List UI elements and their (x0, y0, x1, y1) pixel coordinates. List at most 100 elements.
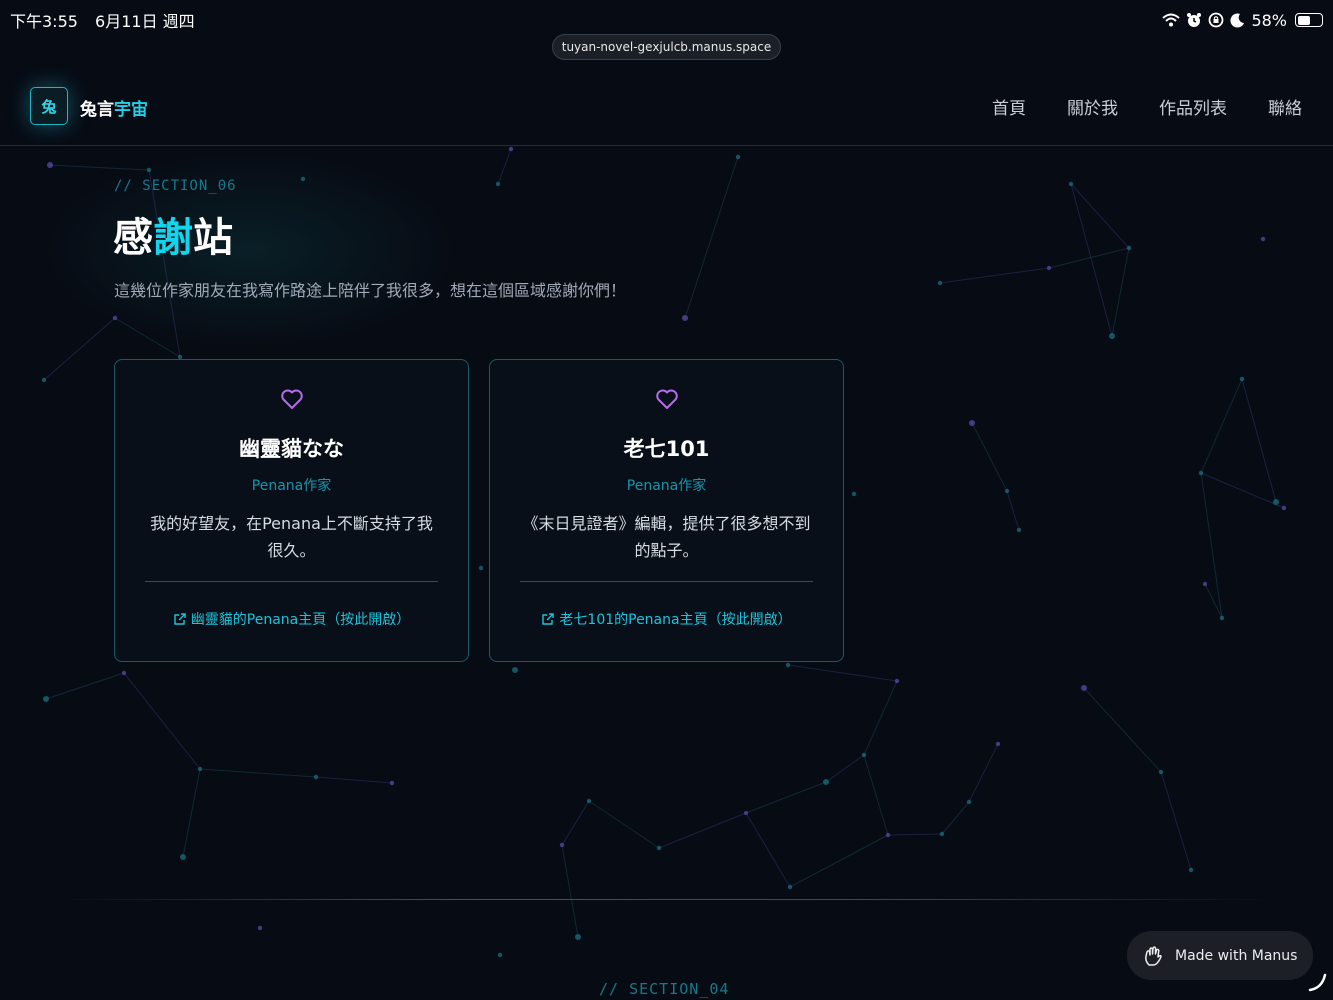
network-link (588, 800, 660, 849)
nav-link-works[interactable]: 作品列表 (1159, 94, 1227, 119)
section-title-part-2: 站 (193, 215, 233, 261)
network-node (1109, 333, 1115, 339)
network-node (478, 565, 484, 571)
network-node (885, 832, 891, 838)
nav-link-about[interactable]: 關於我 (1067, 94, 1118, 119)
nav-link-home[interactable]: 首頁 (992, 94, 1026, 119)
network-node (586, 798, 592, 804)
network-node (682, 315, 688, 321)
network-link (939, 267, 1050, 284)
main-nav: 首頁 關於我 作品列表 聯絡 (992, 94, 1302, 119)
network-node (1273, 499, 1279, 505)
moon-icon (1230, 13, 1245, 28)
network-link (863, 754, 889, 836)
network-node (823, 779, 829, 785)
network-node (1281, 505, 1287, 511)
thanks-card: 幽靈貓なな Penana作家 我的好望友，在Penana上不斷支持了我很久。 幽… (114, 359, 469, 662)
made-with-manus-badge[interactable]: Made with Manus (1127, 931, 1313, 980)
network-link (1160, 771, 1192, 871)
card-link-label[interactable]: 幽靈貓的Penana主頁（按此開啟） (191, 612, 410, 628)
network-node (785, 662, 791, 668)
network-link (1200, 472, 1285, 509)
card-profile-link[interactable]: 幽靈貓的Penana主頁（按此開啟） (115, 609, 468, 629)
alarm-icon (1187, 13, 1202, 27)
card-divider (520, 581, 813, 582)
card-author-role: Penana作家 (626, 478, 707, 494)
network-link (968, 743, 999, 803)
network-link (1241, 378, 1277, 503)
resize-corner-icon (1308, 973, 1327, 992)
logo-text-main: 兔言 (80, 100, 114, 120)
network-link (497, 148, 512, 185)
network-node (497, 952, 503, 958)
network-node (575, 934, 581, 940)
network-link (825, 754, 865, 783)
site-logo-text[interactable]: 兔言宇宙 (80, 95, 148, 120)
section-title-accent: 謝 (153, 215, 193, 261)
network-node (656, 845, 662, 851)
network-link (941, 801, 970, 835)
network-node (1188, 867, 1194, 873)
network-node (1219, 615, 1225, 621)
logo-text-accent: 宇宙 (114, 100, 148, 120)
network-link (684, 156, 739, 319)
network-node (861, 752, 867, 758)
network-link (1200, 378, 1243, 474)
network-node (1260, 236, 1266, 242)
next-section-tag: // SECTION_04 (599, 980, 730, 998)
card-description: 《末日見證者》編輯，提供了很多想不到的點子。 (522, 514, 811, 560)
network-node (1126, 245, 1132, 251)
network-node (121, 670, 127, 676)
heart-icon (280, 389, 303, 409)
network-link (182, 768, 201, 858)
network-link (887, 833, 943, 836)
external-link-icon (174, 613, 186, 625)
network-node (559, 842, 565, 848)
site-header: 兔 兔言宇宙 首頁 關於我 作品列表 聯絡 (0, 64, 1333, 146)
network-node (937, 280, 943, 286)
battery-fill (1297, 15, 1311, 25)
network-node (1202, 581, 1208, 587)
network-node (787, 884, 793, 890)
network-node (1158, 769, 1164, 775)
heart-icon (655, 389, 678, 409)
battery-percent: 58% (1251, 10, 1287, 30)
badge-label: Made with Manus (1175, 947, 1298, 964)
network-node (735, 154, 741, 160)
network-link (315, 776, 393, 784)
network-node (1239, 376, 1245, 382)
card-profile-link[interactable]: 老七101的Penana主頁（按此開啟） (490, 609, 843, 629)
network-node (966, 799, 972, 805)
battery-icon (1295, 13, 1323, 27)
wifi-icon (1162, 13, 1181, 27)
network-node (894, 678, 900, 684)
title-glow (40, 150, 460, 350)
network-link (745, 812, 791, 888)
network-link (863, 680, 898, 756)
network-node (495, 181, 501, 187)
card-link-label[interactable]: 老七101的Penana主頁（按此開啟） (559, 612, 791, 628)
network-link (1111, 247, 1130, 337)
section-tag: // SECTION_06 (114, 178, 237, 194)
card-divider (145, 581, 438, 582)
section-title: 感謝站 (113, 205, 233, 263)
card-description: 我的好望友，在Penana上不斷支持了我很久。 (150, 514, 433, 560)
network-link (789, 834, 889, 888)
network-link (745, 781, 827, 814)
nav-link-contact[interactable]: 聯絡 (1268, 94, 1302, 119)
network-node (313, 774, 319, 780)
logo-icon[interactable]: 兔 (30, 87, 68, 125)
card-author-name: 老七101 (623, 437, 710, 461)
card-author-name: 幽靈貓なな (239, 437, 344, 461)
network-node (1068, 181, 1074, 187)
network-link (1083, 687, 1162, 773)
network-node (743, 810, 749, 816)
status-date: 6月11日 週四 (95, 12, 195, 31)
external-link-icon (542, 613, 555, 625)
network-link (561, 800, 590, 846)
url-bar[interactable]: tuyan-novel-gexjulcb.manus.space (552, 34, 781, 60)
card-author-role: Penana作家 (251, 478, 332, 494)
network-link (123, 672, 201, 770)
network-node (1004, 488, 1010, 494)
status-time: 下午3:55 (10, 12, 78, 31)
